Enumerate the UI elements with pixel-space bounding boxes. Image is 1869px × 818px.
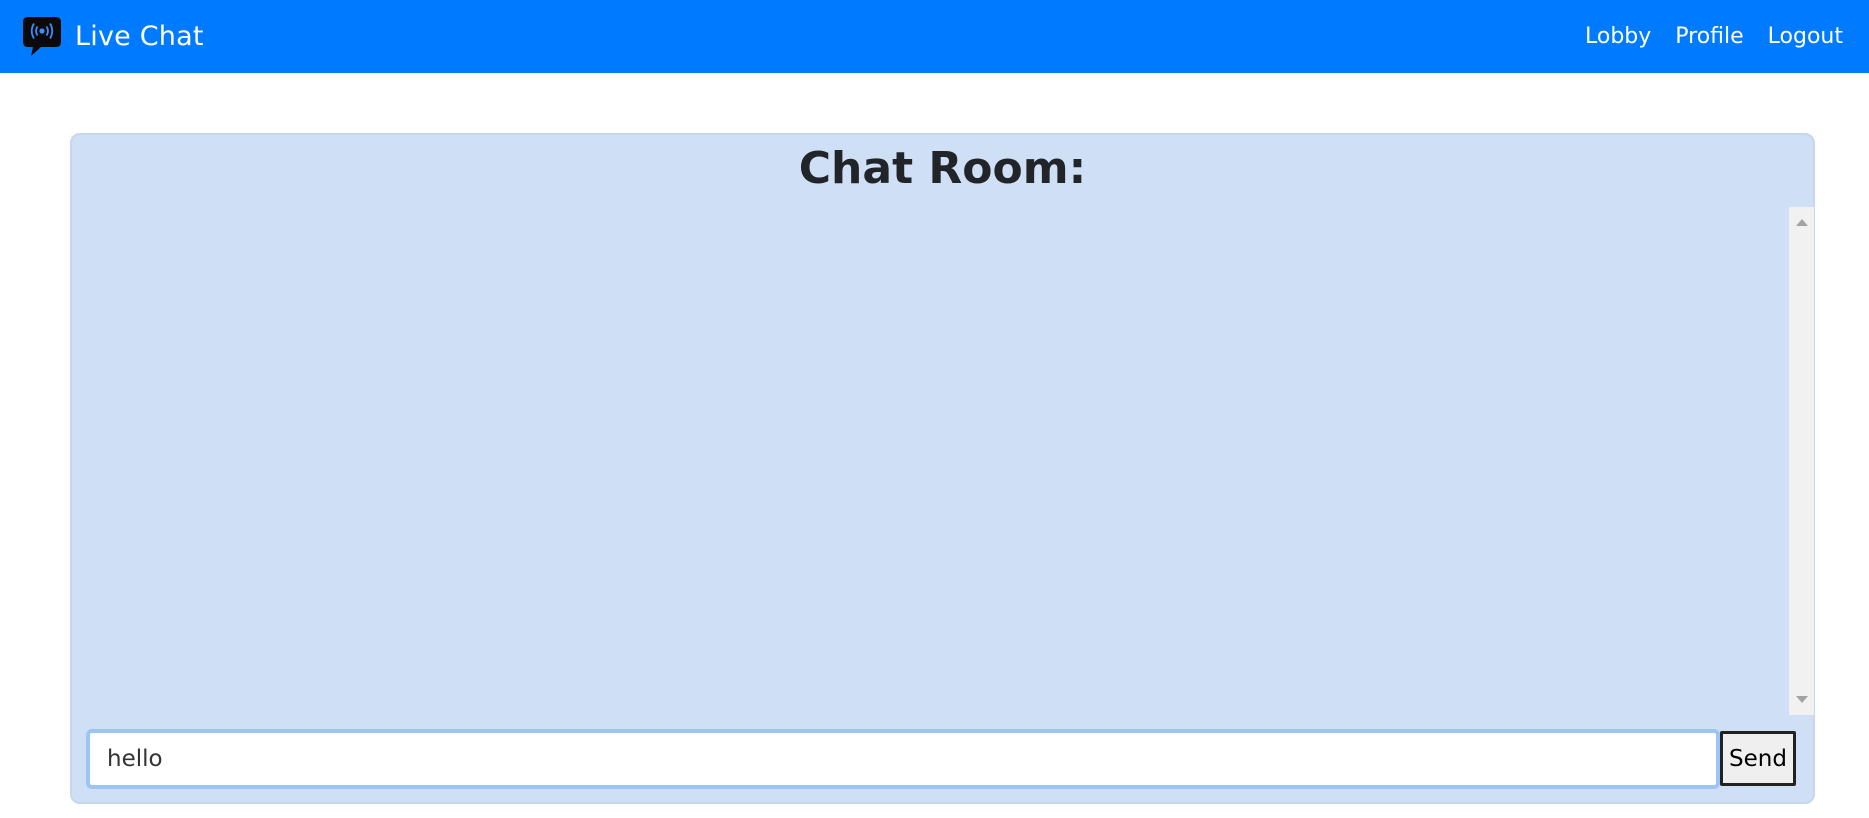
scroll-up-arrow-icon[interactable] (1796, 219, 1808, 226)
message-list-scrollbar[interactable] (1789, 207, 1814, 715)
send-button[interactable]: Send (1720, 731, 1796, 786)
chat-room-card: Chat Room: Send (70, 133, 1815, 804)
brand-name: Live Chat (75, 21, 204, 52)
nav-links: Lobby Profile Logout (1561, 24, 1843, 49)
nav-link-lobby[interactable]: Lobby (1585, 24, 1651, 49)
message-list[interactable] (84, 207, 1803, 715)
message-composer: Send (86, 729, 1808, 789)
message-input[interactable] (86, 729, 1720, 789)
nav-link-profile[interactable]: Profile (1675, 24, 1743, 49)
chat-room-title: Chat Room: (798, 143, 1087, 194)
navbar: Live Chat Lobby Profile Logout (0, 0, 1869, 73)
broadcast-chat-bubble-icon (23, 16, 61, 56)
scroll-down-arrow-icon[interactable] (1796, 696, 1808, 703)
brand-link[interactable]: Live Chat (22, 16, 204, 58)
nav-link-logout[interactable]: Logout (1768, 24, 1843, 49)
